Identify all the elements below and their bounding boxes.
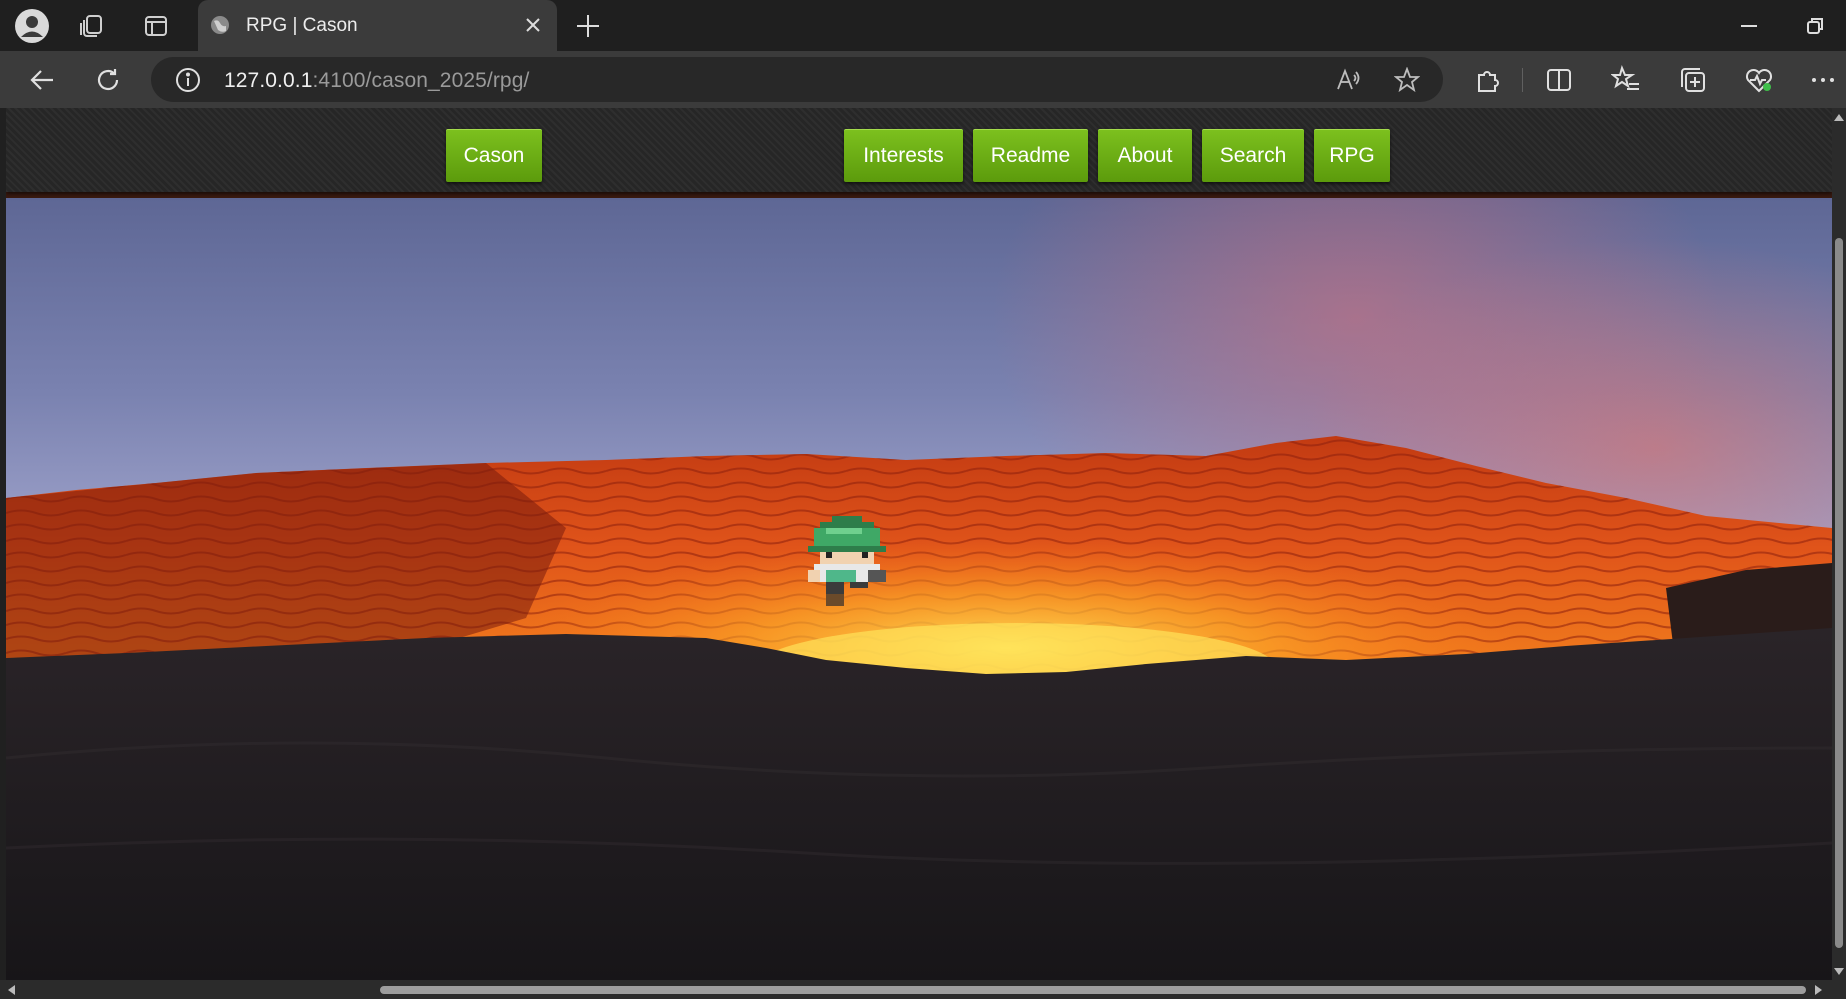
url-text[interactable]: 127.0.0.1:4100/cason_2025/rpg/ [224,69,529,93]
refresh-icon[interactable] [90,62,126,98]
nav-readme-button[interactable]: Readme [973,129,1088,182]
nav-interests-button[interactable]: Interests [844,129,963,182]
page-viewport: Cason Interests Readme About Search RPG [6,108,1832,980]
puzzle-icon[interactable] [1473,65,1503,95]
nav-search-button[interactable]: Search [1202,129,1304,182]
plus-icon[interactable] [574,12,602,40]
split-screen-icon[interactable] [1544,65,1574,95]
minimize-icon[interactable] [1735,12,1763,40]
restore-icon[interactable] [1801,12,1829,40]
active-tab[interactable]: RPG | Cason [198,0,557,51]
tab-strip: RPG | Cason [0,0,1846,51]
collections-icon[interactable] [1678,65,1708,95]
player-character-sprite[interactable] [808,516,886,606]
url-path: :4100/cason_2025/rpg/ [312,69,530,92]
scroll-down-icon[interactable] [1834,968,1844,975]
favorites-list-icon[interactable] [1610,65,1641,95]
volcano-landscape [6,436,1832,980]
horizontal-scrollbar[interactable] [0,980,1846,999]
scroll-left-icon[interactable] [8,985,15,995]
profile-icon[interactable] [14,8,50,44]
more-icon[interactable] [1808,65,1838,95]
scroll-up-icon[interactable] [1834,114,1844,121]
scroll-right-icon[interactable] [1815,985,1822,995]
globe-favicon-icon [210,15,230,35]
site-navbar: Cason Interests Readme About Search RPG [6,108,1832,192]
address-bar[interactable]: 127.0.0.1:4100/cason_2025/rpg/ [151,57,1443,102]
info-icon[interactable] [175,67,201,93]
vertical-scroll-thumb[interactable] [1835,238,1843,948]
read-aloud-icon[interactable] [1335,67,1361,93]
nav-brand-button[interactable]: Cason [446,129,542,182]
nav-about-button[interactable]: About [1098,129,1192,182]
close-icon[interactable] [523,15,543,35]
star-icon[interactable] [1393,66,1421,93]
game-scene[interactable] [6,198,1832,980]
browser-toolbar: 127.0.0.1:4100/cason_2025/rpg/ [0,51,1846,108]
workspaces-icon[interactable] [74,8,110,44]
vertical-scrollbar[interactable] [1832,108,1846,980]
tab-title: RPG | Cason [246,15,358,36]
url-host: 127.0.0.1 [224,69,313,92]
toolbar-separator [1522,68,1523,92]
horizontal-scroll-thumb[interactable] [380,986,1806,994]
nav-rpg-button[interactable]: RPG [1314,129,1390,182]
tab-actions-icon[interactable] [138,8,174,44]
back-arrow-icon[interactable] [24,62,60,98]
browser-essentials-icon[interactable] [1744,65,1774,95]
